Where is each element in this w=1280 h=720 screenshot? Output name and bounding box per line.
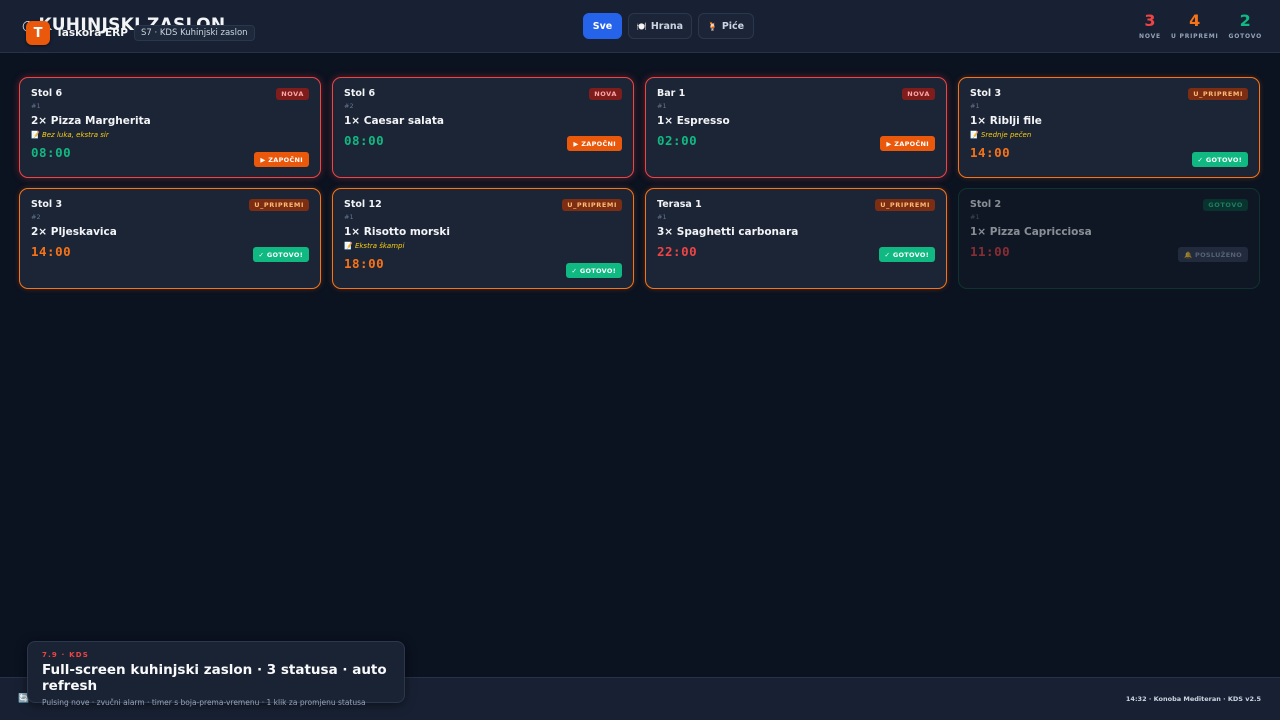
order-card: Bar 1 #1 1× Espresso 02:00 NOVA ▶ ZAPOČN… [645,77,947,178]
filter-food-button[interactable]: 🍽️ Hrana [628,13,692,39]
order-item: 1× Riblji file [970,115,1042,127]
order-grid: Stol 6 #1 2× Pizza Margherita 📝 Bez luka… [19,77,1260,289]
order-table: Bar 1 [657,88,686,99]
filter-drinks-button[interactable]: 🍹 Piće [698,13,754,39]
order-seq: #1 [657,213,667,221]
ready-button[interactable]: ✓ GOTOVO! [565,263,622,278]
ready-button[interactable]: ✓ GOTOVO! [878,247,935,262]
ready-button[interactable]: ✓ GOTOVO! [1191,152,1248,167]
order-card: Stol 6 #1 2× Pizza Margherita 📝 Bez luka… [19,77,321,178]
order-card: Stol 6 #2 1× Caesar salata 08:00 NOVA ▶ … [332,77,634,178]
order-note: 📝 Bez luka, ekstra sir [31,131,309,139]
count-in-prep: 4 U PRIPREMI [1170,11,1219,41]
status-badge: U_PRIPREMI [1188,88,1248,100]
order-item: 2× Pizza Margherita [31,115,151,127]
status-badge: GOTOVO [1203,199,1248,211]
top-bar: ◔KUHINJSKI ZASLON T Taskora ERP S7 · KDS… [0,0,1280,53]
brand-logo: T [26,21,50,45]
order-seq: #1 [31,102,41,110]
order-item: 1× Risotto morski [344,226,450,238]
ready-button[interactable]: ✓ GOTOVO! [252,247,309,262]
count-done-value: 2 [1239,11,1251,30]
order-item: 3× Spaghetti carbonara [657,226,799,238]
order-item: 1× Espresso [657,115,730,127]
caption-tag: 7.9 · KDS [42,651,90,659]
count-in-prep-value: 4 [1189,11,1201,30]
filter-drinks-label: Piće [721,20,745,32]
note-icon: 📝 [31,131,40,139]
order-note: 📝 Srednje pečen [970,131,1248,139]
filter-all-label: Sve [592,20,613,32]
start-button[interactable]: ▶ ZAPOČNI [880,136,935,151]
order-seq: #2 [31,213,41,221]
status-badge: U_PRIPREMI [249,199,309,211]
status-badge: NOVA [276,88,309,100]
order-note-text: Srednje pečen [980,131,1032,139]
status-badge: NOVA [902,88,935,100]
feature-caption: 7.9 · KDS Full-screen kuhinjski zaslon ·… [27,641,405,707]
note-icon: 📝 [344,242,353,250]
caption-title: Full-screen kuhinjski zaslon · 3 statusa… [42,662,387,694]
filter-all-button[interactable]: Sve [583,13,622,39]
order-item: 1× Caesar salata [344,115,444,127]
screen-chip: S7 · KDS Kuhinjski zaslon [133,25,255,41]
served-button[interactable]: 🔔 POSLUŽENO [1178,247,1248,262]
count-done-label: GOTOVO [1228,33,1262,40]
note-icon: 📝 [970,131,979,139]
count-done: 2 GOTOVO [1228,11,1263,41]
drink-icon: 🍹 [707,21,718,31]
status-counters: 3 NOVE 4 U PRIPREMI 2 GOTOVO [1139,11,1263,41]
count-new-label: NOVE [1139,33,1161,40]
order-seq: #1 [344,213,354,221]
order-table: Stol 6 [31,88,63,99]
filter-food-label: Hrana [650,20,684,32]
filter-tabs: Sve 🍽️ Hrana 🍹 Piće [583,13,754,39]
brand: T Taskora ERP S7 · KDS Kuhinjski zaslon [26,20,255,46]
order-table: Stol 6 [344,88,376,99]
brand-name: Taskora ERP [56,27,128,39]
order-card: Stol 3 #2 2× Pljeskavica 14:00 U_PRIPREM… [19,188,321,289]
order-card: Stol 3 #1 1× Riblji file 📝 Srednje pečen… [958,77,1260,178]
footer-info: 14:32 · Konoba Mediteran · KDS v2.5 [1125,695,1261,703]
order-card: Stol 12 #1 1× Risotto morski 📝 Ekstra šk… [332,188,634,289]
count-new-value: 3 [1144,11,1156,30]
order-note-text: Bez luka, ekstra sir [41,131,109,139]
plate-icon: 🍽️ [636,21,647,31]
order-seq: #1 [970,213,980,221]
order-seq: #1 [970,102,980,110]
order-seq: #1 [657,102,667,110]
order-seq: #2 [344,102,354,110]
order-card: Terasa 1 #1 3× Spaghetti carbonara 22:00… [645,188,947,289]
order-note-text: Ekstra škampi [354,242,405,250]
status-badge: U_PRIPREMI [562,199,622,211]
order-item: 2× Pljeskavica [31,226,117,238]
count-new: 3 NOVE [1139,11,1161,41]
start-button[interactable]: ▶ ZAPOČNI [567,136,622,151]
order-item: 1× Pizza Capricciosa [970,226,1092,238]
status-badge: U_PRIPREMI [875,199,935,211]
status-badge: NOVA [589,88,622,100]
caption-subtitle: Pulsing nove · zvučni alarm · timer s bo… [42,698,366,707]
order-card: Stol 2 #1 1× Pizza Capricciosa 11:00 GOT… [958,188,1260,289]
count-in-prep-label: U PRIPREMI [1170,33,1219,40]
order-note: 📝 Ekstra škampi [344,242,622,250]
start-button[interactable]: ▶ ZAPOČNI [254,152,309,167]
